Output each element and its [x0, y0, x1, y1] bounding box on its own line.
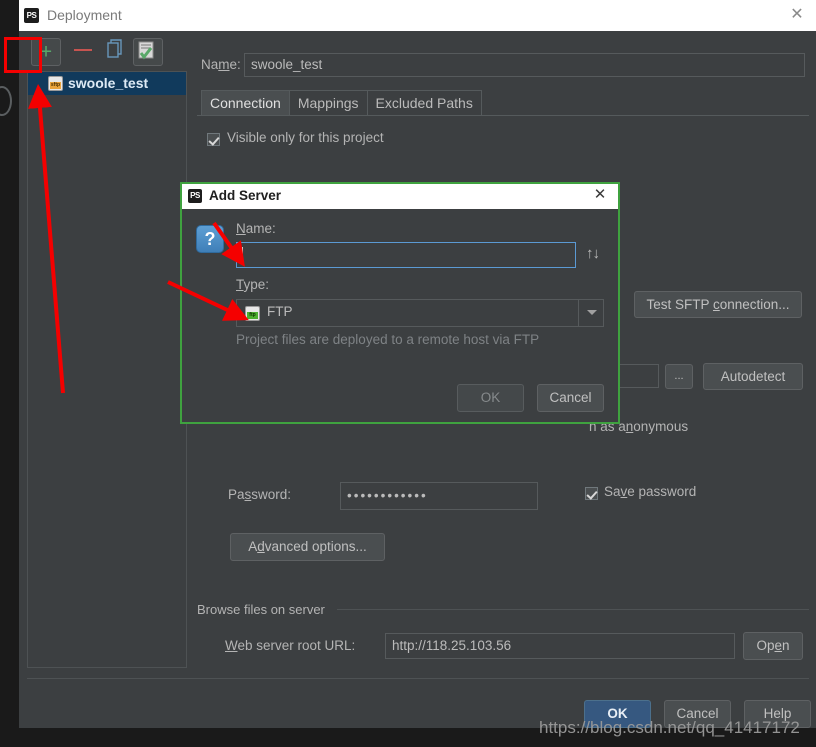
- visible-only-checkbox[interactable]: [207, 133, 220, 146]
- test-connection-button[interactable]: Test SFTP connection...: [634, 291, 802, 318]
- dialog-titlebar: PS Add Server ✕: [182, 184, 618, 209]
- browse-section-title: Browse files on server: [197, 602, 325, 617]
- tab-excluded-paths[interactable]: Excluded Paths: [366, 90, 482, 115]
- window-title: Deployment: [47, 7, 122, 23]
- dialog-body: ? Name: ↑↓ Type: ftp FTP Project files a…: [182, 209, 618, 422]
- tab-mappings[interactable]: Mappings: [288, 90, 368, 115]
- copy-server-button[interactable]: [101, 38, 129, 64]
- web-root-url-input[interactable]: http://118.25.103.56: [385, 633, 735, 659]
- sftp-icon: sftp: [48, 76, 63, 91]
- advanced-options-button[interactable]: Advanced options...: [230, 533, 385, 561]
- window-titlebar: PS Deployment ✕: [19, 0, 816, 31]
- dialog-title: Add Server: [209, 188, 282, 203]
- tab-connection[interactable]: Connection: [201, 90, 290, 115]
- copy-icon: [107, 39, 122, 58]
- remove-server-button[interactable]: [69, 38, 97, 64]
- plus-icon: +: [39, 40, 53, 64]
- dialog-cancel-button[interactable]: Cancel: [537, 384, 604, 412]
- section-divider: [337, 609, 809, 610]
- dialog-type-select-value: FTP: [267, 304, 293, 319]
- servers-tree[interactable]: sftp swoole_test: [27, 71, 187, 668]
- password-label: Password:: [228, 487, 292, 502]
- web-root-url-label: Web server root URL:: [225, 638, 356, 653]
- minus-icon: [74, 49, 92, 51]
- dialog-type-label: Type:: [236, 277, 270, 292]
- question-icon: ?: [196, 225, 224, 253]
- validate-icon: [138, 41, 154, 60]
- footer-divider: [27, 678, 809, 679]
- window-edge-artifact: [0, 86, 12, 116]
- add-server-dialog: PS Add Server ✕ ? Name: ↑↓ Type: ftp FTP…: [180, 182, 620, 424]
- tab-underline: [197, 115, 809, 116]
- ftp-icon: ftp: [245, 306, 260, 321]
- settings-tabs: Connection Mappings Excluded Paths: [201, 90, 482, 115]
- phpstorm-icon: PS: [188, 189, 202, 203]
- dialog-name-label: Name:: [236, 221, 276, 236]
- autodetect-button[interactable]: Autodetect: [703, 363, 803, 390]
- watermark-text: https://blog.csdn.net/qq_41417172: [539, 718, 800, 737]
- add-server-button[interactable]: +: [31, 38, 61, 66]
- servers-toolbar: +: [23, 38, 191, 68]
- chevron-down-icon[interactable]: [578, 300, 603, 326]
- close-icon[interactable]: ✕: [788, 6, 806, 24]
- swap-arrows-icon[interactable]: ↑↓: [586, 245, 600, 262]
- save-password-label: Save password: [604, 484, 697, 499]
- dialog-name-input[interactable]: [236, 242, 576, 268]
- name-input[interactable]: swoole_test: [244, 53, 805, 77]
- save-password-checkbox[interactable]: [585, 487, 598, 500]
- visible-only-label: Visible only for this project: [227, 130, 384, 145]
- browse-path-button[interactable]: ...: [665, 364, 693, 389]
- close-icon[interactable]: ✕: [591, 186, 609, 204]
- list-item-label: swoole_test: [68, 75, 149, 91]
- password-input[interactable]: ••••••••••••: [340, 482, 538, 510]
- dialog-ok-button[interactable]: OK: [457, 384, 524, 412]
- dialog-type-select[interactable]: ftp FTP: [236, 299, 604, 327]
- validate-server-button[interactable]: [133, 38, 163, 66]
- name-label: Name:: [201, 57, 241, 72]
- list-item[interactable]: sftp swoole_test: [28, 72, 186, 95]
- text-caret: [242, 247, 243, 263]
- phpstorm-icon: PS: [24, 8, 39, 23]
- dialog-type-hint: Project files are deployed to a remote h…: [236, 332, 540, 347]
- open-url-button[interactable]: Open: [743, 632, 803, 660]
